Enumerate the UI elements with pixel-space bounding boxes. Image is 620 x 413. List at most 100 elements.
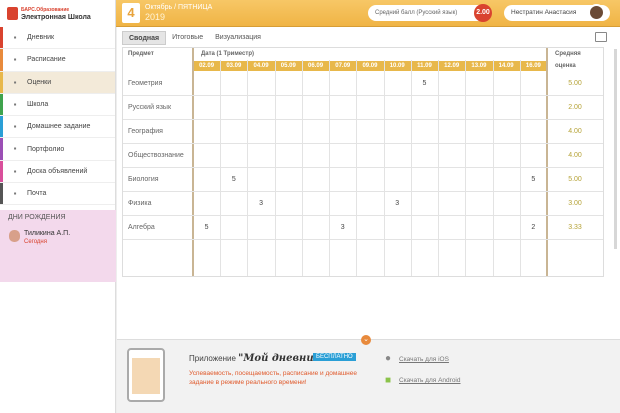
sidebar-color-bar xyxy=(0,49,3,71)
year-label: 2019 xyxy=(145,12,166,22)
promo-description: Успеваемость, посещаемость, расписание и… xyxy=(189,370,357,386)
subject-name[interactable]: Биология xyxy=(128,176,159,183)
grade-cell[interactable]: 3 xyxy=(247,200,274,207)
sidebar-item-1[interactable]: ▪ Расписание xyxy=(0,49,115,72)
sidebar: ▪ Дневник ▪ Расписание ▪ Оценки ▪ Школа ▪ Домашне… xyxy=(0,27,116,413)
tab-final[interactable]: Итоговые xyxy=(166,31,209,45)
scrollbar[interactable] xyxy=(614,49,617,249)
date-column-header: 16.09 xyxy=(525,63,541,69)
homework-icon: ▪ xyxy=(13,122,17,132)
grade-cell[interactable]: 5 xyxy=(193,224,220,231)
sidebar-item-label: Портфолио xyxy=(27,145,65,153)
android-download-link[interactable]: Скачать для Android xyxy=(399,377,461,384)
android-icon: ■ xyxy=(385,375,392,386)
logo[interactable]: БАРС.Образование Электронная Школа xyxy=(0,0,116,27)
date-column-header: 02.09 xyxy=(199,63,215,69)
subject-name[interactable]: Геометрия xyxy=(128,80,162,87)
table-row: Алгебра 5 3 2 3.33 xyxy=(123,216,603,240)
megaphone-icon: ▪ xyxy=(13,166,17,176)
print-icon[interactable] xyxy=(595,32,607,42)
sidebar-item-0[interactable]: ▪ Дневник xyxy=(0,27,115,50)
check-icon: ▪ xyxy=(13,77,17,87)
sidebar-item-label: Школа xyxy=(27,101,49,109)
free-badge: БЕСПЛАТНО xyxy=(313,353,356,361)
tab-summary[interactable]: Сводная xyxy=(122,31,167,45)
day-number: 4 xyxy=(122,3,140,23)
sidebar-color-bar xyxy=(0,27,3,49)
promo-title: Приложение "Мой дневник" xyxy=(189,353,326,364)
subject-name[interactable]: Обществознание xyxy=(128,152,184,159)
date-column-header: 14.09 xyxy=(498,63,514,69)
grade-cell[interactable]: 5 xyxy=(520,176,547,183)
tab-bar: Сводная Итоговые Визуализация xyxy=(122,31,267,45)
avatar[interactable] xyxy=(588,4,605,21)
mail-icon: ▪ xyxy=(13,189,17,199)
logo-line2: Электронная Школа xyxy=(21,13,91,21)
grades-table: Предмет Дата (1 Триместр) Средняя оценка… xyxy=(122,47,604,277)
date-column-header: 12.09 xyxy=(444,63,460,69)
date-column-header: 13.09 xyxy=(471,63,487,69)
table-row: Геометрия 5 5.00 xyxy=(123,72,603,96)
subject-name[interactable]: География xyxy=(128,128,163,135)
avg-score-badge: 2.00 xyxy=(474,4,492,22)
sidebar-color-bar xyxy=(0,138,3,160)
date-column-header: 05.09 xyxy=(280,63,296,69)
sidebar-item-label: Доска объявлений xyxy=(27,167,88,175)
column-header-dates: Дата (1 Триместр) xyxy=(201,51,254,57)
grade-cell[interactable]: 3 xyxy=(384,200,411,207)
sidebar-item-6[interactable]: ▪ Доска объявлений xyxy=(0,160,115,184)
average-grade: 4.00 xyxy=(568,152,582,159)
avatar xyxy=(9,230,20,242)
school-icon: ▪ xyxy=(13,99,17,109)
subject-name[interactable]: Русский язык xyxy=(128,104,171,111)
sidebar-color-bar xyxy=(0,93,3,116)
birthdays-panel: Дни рождения Тиликина А.П. Сегодня xyxy=(0,210,116,282)
birthdays-title: Дни рождения xyxy=(8,214,66,221)
sidebar-item-label: Расписание xyxy=(27,56,66,64)
average-grade: 5.00 xyxy=(568,80,582,87)
sidebar-color-bar xyxy=(0,160,3,183)
table-row: Физика 3 3 3.00 xyxy=(123,192,603,216)
grade-cell[interactable]: 3 xyxy=(329,224,356,231)
average-grade: 3.33 xyxy=(568,224,582,231)
subject-name[interactable]: Алгебра xyxy=(128,224,155,231)
sidebar-item-label: Дневник xyxy=(27,34,55,42)
chevron-down-icon[interactable]: ⌄ xyxy=(361,335,371,345)
logo-icon xyxy=(7,7,18,20)
sidebar-item-7[interactable]: ▪ Почта xyxy=(0,183,115,206)
sidebar-item-2[interactable]: ▪ Оценки xyxy=(0,71,115,94)
subject-name[interactable]: Физика xyxy=(128,200,151,207)
grade-cell[interactable]: 5 xyxy=(220,176,247,183)
sidebar-item-4[interactable]: ▪ Домашнее задание xyxy=(0,116,115,139)
birthday-person-name[interactable]: Тиликина А.П. xyxy=(24,230,70,237)
apple-icon: ● xyxy=(385,353,392,364)
sidebar-item-5[interactable]: ▪ Портфолио xyxy=(0,138,115,161)
date-column-header: 07.09 xyxy=(335,63,351,69)
avg-subject-select[interactable]: Средний балл (Русский язык) xyxy=(368,5,486,21)
grade-cell[interactable]: 2 xyxy=(520,224,547,231)
date-column-header: 06.09 xyxy=(308,63,324,69)
average-grade: 5.00 xyxy=(568,176,582,183)
top-bar: БАРС.Образование Электронная Школа 4 Окт… xyxy=(0,0,620,27)
sidebar-item-label: Почта xyxy=(27,190,47,198)
birthday-date: Сегодня xyxy=(24,239,47,245)
table-row: Обществознание 4.00 xyxy=(123,144,603,168)
promo-prefix: Приложение xyxy=(189,354,236,363)
average-grade: 3.00 xyxy=(568,200,582,207)
average-grade: 4.00 xyxy=(568,128,582,135)
sidebar-color-bar xyxy=(0,116,3,138)
app-promo-banner: ⌄ Приложение "Мой дневник" БЕСПЛАТНО Усп… xyxy=(117,335,620,413)
book-icon: ▪ xyxy=(13,33,17,42)
table-row: Русский язык 2.00 xyxy=(123,96,603,120)
column-header-subject: Предмет xyxy=(128,51,154,57)
tab-visualization[interactable]: Визуализация xyxy=(209,31,267,45)
logo-line1: БАРС.Образование xyxy=(21,6,70,13)
grade-cell[interactable]: 5 xyxy=(411,80,438,87)
table-row: Биология 5 5 5.00 xyxy=(123,168,603,192)
sidebar-item-3[interactable]: ▪ Школа xyxy=(0,93,115,117)
sidebar-item-label: Оценки xyxy=(27,78,52,86)
portfolio-icon: ▪ xyxy=(13,144,17,154)
ios-download-link[interactable]: Скачать для iOS xyxy=(399,356,449,363)
plane-icon: ▪ xyxy=(13,55,17,65)
date-column-header: 03.09 xyxy=(226,63,242,69)
